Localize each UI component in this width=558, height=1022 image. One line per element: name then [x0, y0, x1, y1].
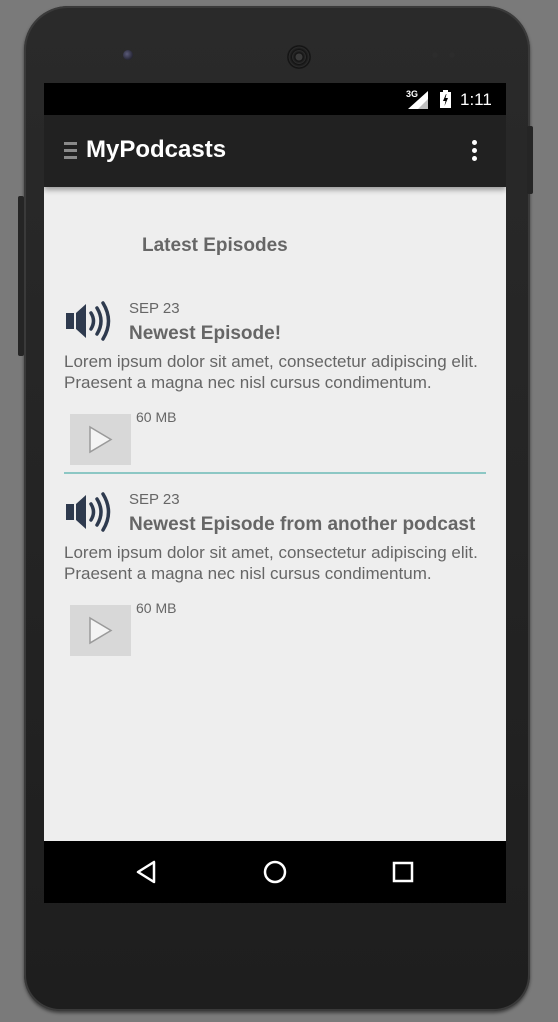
recents-icon[interactable] [389, 858, 417, 886]
episode-date: SEP 23 [129, 300, 180, 317]
volume-button [18, 196, 24, 356]
play-button[interactable] [70, 605, 131, 656]
earpiece-speaker [287, 45, 311, 69]
section-title: Latest Episodes [142, 235, 288, 256]
overflow-menu-icon[interactable] [468, 140, 480, 162]
navigation-bar [44, 841, 506, 903]
app-title: MyPodcasts [86, 136, 227, 163]
episode-description: Lorem ipsum dolor sit amet, consectetur … [64, 543, 478, 583]
app-bar: MyPodcasts [44, 115, 506, 187]
play-button[interactable] [70, 414, 131, 465]
power-button [527, 126, 533, 194]
proximity-sensor [432, 52, 438, 58]
drawer-menu-icon[interactable] [64, 142, 77, 160]
light-sensor [449, 52, 455, 58]
play-icon [89, 616, 113, 645]
episode-size: 60 MB [136, 409, 177, 425]
episode-title: Newest Episode from another podcast [129, 514, 476, 535]
back-icon[interactable] [133, 858, 161, 886]
episode-size: 60 MB [136, 600, 177, 616]
episode-date: SEP 23 [129, 491, 180, 508]
speaker-icon [66, 301, 111, 341]
speaker-icon [66, 492, 111, 532]
status-bar: 3G 1:11 [44, 83, 506, 115]
episode-description: Lorem ipsum dolor sit amet, consectetur … [64, 352, 478, 392]
episode-divider [64, 472, 486, 474]
battery-icon [440, 90, 451, 108]
home-icon[interactable] [261, 858, 289, 886]
front-camera [123, 50, 133, 60]
signal-icon [408, 91, 428, 109]
play-icon [89, 425, 113, 454]
screen: 3G 1:11 MyPodcasts Latest Episodes SEP 2… [44, 83, 506, 903]
clock: 1:11 [460, 90, 492, 109]
episode-title: Newest Episode! [129, 323, 282, 344]
